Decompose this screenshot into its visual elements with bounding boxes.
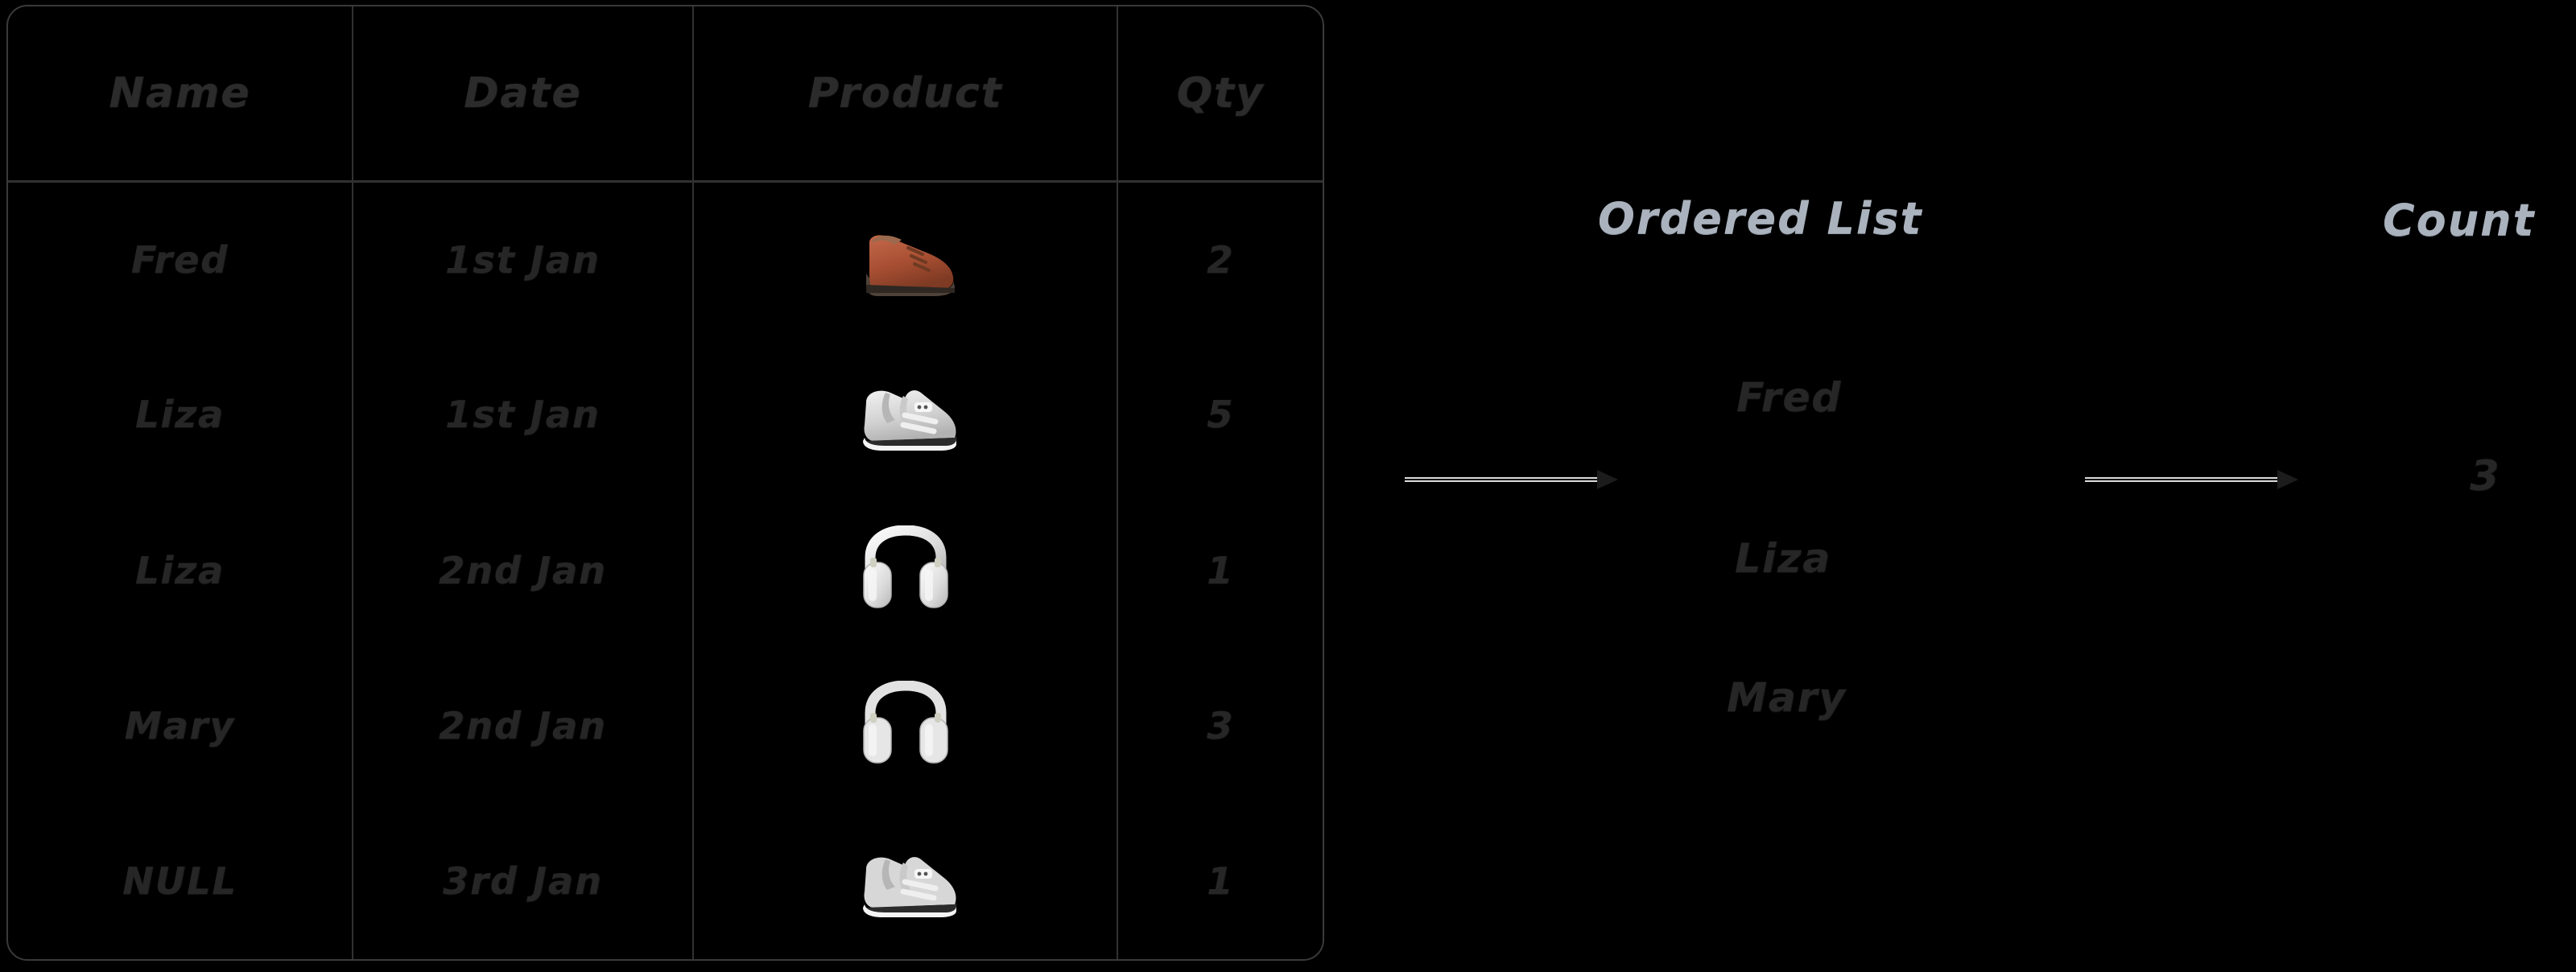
cell-name: Liza: [8, 336, 353, 493]
source-table: Name Date Product Qty Fred 1st Jan 2 Liz…: [6, 5, 1324, 961]
table-row: Mary 2nd Jan 3: [8, 648, 1323, 804]
cell-qty-text: 3: [1207, 704, 1235, 748]
cell-date: 1st Jan: [352, 181, 694, 337]
cell-qty: 5: [1117, 337, 1323, 492]
arrow-shaft: [1405, 477, 1597, 482]
cell-date: 1st Jan: [352, 336, 694, 493]
column-header-product-label: Product: [807, 69, 1003, 117]
ordered-list-item: Liza: [1735, 535, 1831, 582]
cell-qty: 3: [1117, 648, 1323, 803]
arrow-shaft: [2085, 477, 2277, 482]
table-body: Fred 1st Jan 2 Liza 1st Jan 5 Liza 2nd J…: [8, 181, 1323, 959]
column-header-product: Product: [692, 6, 1119, 183]
cell-qty-text: 2: [1207, 237, 1235, 282]
ordered-list-item: Mary: [1727, 674, 1847, 721]
cell-product: [692, 336, 1119, 493]
cell-date-text: 2nd Jan: [439, 704, 607, 748]
orders-table: Name Date Product Qty Fred 1st Jan 2 Liz…: [8, 6, 1323, 959]
cell-name: Fred: [8, 181, 353, 337]
cell-date-text: 1st Jan: [445, 393, 601, 437]
cell-date: 2nd Jan: [352, 648, 694, 804]
cell-name-text: Fred: [130, 237, 229, 282]
headphones-icon: [694, 681, 1117, 771]
ordered-list-item: Fred: [1736, 374, 1843, 421]
column-header-qty-label: Qty: [1176, 69, 1265, 117]
table-row: Liza 1st Jan 5: [8, 336, 1323, 493]
cell-date-text: 3rd Jan: [443, 859, 603, 904]
cell-date-text: 2nd Jan: [439, 548, 607, 592]
column-header-name-label: Name: [109, 69, 251, 117]
arrow-list-to-count: [2085, 470, 2298, 489]
cell-name-text: Liza: [134, 393, 225, 437]
cell-product: [692, 492, 1119, 649]
table-header: Name Date Product Qty: [8, 6, 1323, 183]
table-row: NULL 3rd Jan 1: [8, 803, 1323, 959]
cell-date: 3rd Jan: [352, 803, 694, 959]
cell-qty: 1: [1117, 492, 1323, 648]
column-header-date: Date: [352, 6, 694, 183]
table-row: Liza 2nd Jan 1: [8, 492, 1323, 649]
column-header-name: Name: [8, 6, 353, 183]
cell-product: [692, 181, 1119, 337]
cell-date: 2nd Jan: [352, 492, 694, 649]
dress-shoe-icon: [694, 216, 1117, 304]
cell-qty-text: 1: [1207, 859, 1235, 904]
running-shoe-icon: [694, 837, 1117, 925]
ordered-list-title: Ordered List: [1598, 193, 1923, 244]
count-value: 3: [2470, 452, 2501, 500]
count-title: Count: [2383, 195, 2536, 245]
cell-name-text: Liza: [134, 548, 225, 592]
cell-name-text: NULL: [122, 859, 237, 904]
cell-qty: 1: [1117, 804, 1323, 959]
cell-name: Liza: [8, 492, 353, 649]
headphones-icon: [694, 525, 1117, 616]
cell-name: NULL: [8, 803, 353, 959]
cell-product: [692, 648, 1119, 804]
cell-qty-text: 1: [1207, 548, 1235, 592]
cell-name: Mary: [8, 648, 353, 804]
cell-qty: 2: [1117, 182, 1323, 337]
arrow-head: [2277, 470, 2298, 489]
arrow-head: [1597, 470, 1618, 489]
cell-name-text: Mary: [124, 704, 236, 748]
arrow-table-to-list: [1405, 470, 1618, 489]
running-shoe-icon: [694, 370, 1117, 459]
table-row: Fred 1st Jan 2: [8, 181, 1323, 337]
cell-date-text: 1st Jan: [445, 237, 601, 282]
cell-product: [692, 803, 1119, 959]
column-header-qty: Qty: [1117, 6, 1323, 183]
table-header-row: Name Date Product Qty: [8, 6, 1323, 183]
column-header-date-label: Date: [464, 69, 582, 117]
cell-qty-text: 5: [1207, 393, 1235, 437]
